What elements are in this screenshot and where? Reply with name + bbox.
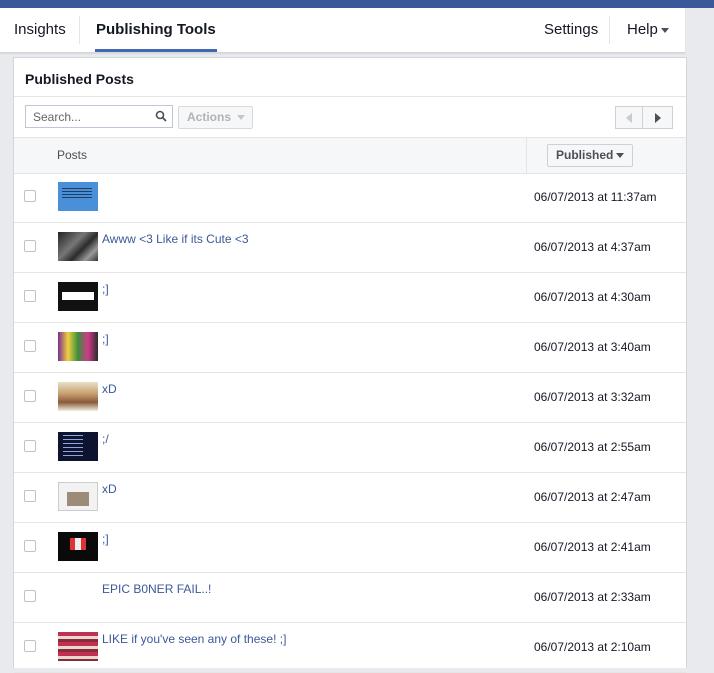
post-thumbnail[interactable] [58,382,98,411]
post-published-date: 06/07/2013 at 11:37am [534,190,657,204]
actions-label: Actions [187,110,232,124]
search-input[interactable] [26,106,153,127]
next-page-button[interactable] [643,106,673,129]
published-sort-label: Published [556,148,614,162]
top-blue-bar [0,0,714,8]
help-menu-label: Help [627,21,658,38]
table-header: Posts Published [14,137,686,174]
previous-page-button[interactable] [615,106,643,129]
post-published-date: 06/07/2013 at 3:40am [534,340,651,354]
post-published-date: 06/07/2013 at 3:32am [534,390,651,404]
table-row: ;] 06/07/2013 at 4:30am [14,273,686,323]
tab-divider [609,16,610,44]
published-sort-dropdown[interactable]: Published [547,144,633,167]
post-thumbnail[interactable] [58,532,98,561]
table-row: xD 06/07/2013 at 3:32am [14,373,686,423]
table-row: LIKE if you've seen any of these! ;] 06/0… [14,623,686,673]
table-row: ;/ 06/07/2013 at 2:55am [14,423,686,473]
table-row: Awww <3 Like if its Cute <3 06/07/2013 at… [14,223,686,273]
post-text-link[interactable]: LIKE if you've seen any of these! ;] [102,632,286,646]
posts-table-body: 06/07/2013 at 11:37am Awww <3 Like if its… [14,173,686,673]
row-checkbox[interactable] [24,540,36,552]
caret-down-icon [616,153,625,159]
table-row: ;] 06/07/2013 at 3:40am [14,323,686,373]
table-row: 06/07/2013 at 11:37am [14,173,686,223]
post-published-date: 06/07/2013 at 2:55am [534,440,651,454]
post-published-date: 06/07/2013 at 4:30am [534,290,651,304]
row-checkbox[interactable] [24,390,36,402]
post-text-link[interactable]: EPIC B0NER FAIL..! [102,582,211,596]
tab-insights[interactable]: Insights [14,8,66,52]
post-text-link[interactable]: ;] [102,532,109,546]
chevron-right-icon [654,112,661,123]
post-thumbnail[interactable] [58,582,98,611]
chevron-left-icon [626,112,632,123]
table-row: xD 06/07/2013 at 2:47am [14,473,686,523]
table-row: ;] 06/07/2013 at 2:41am [14,523,686,573]
post-thumbnail[interactable] [58,632,98,661]
row-checkbox[interactable] [24,590,36,602]
post-text-link[interactable]: ;] [102,332,109,346]
tab-settings[interactable]: Settings [544,8,598,52]
row-checkbox[interactable] [24,240,36,252]
tab-divider [79,16,80,44]
post-thumbnail[interactable] [58,182,98,211]
table-row: EPIC B0NER FAIL..! 06/07/2013 at 2:33am [14,573,686,623]
search-box [25,105,173,128]
active-tab-indicator [95,49,217,52]
post-text-link[interactable]: xD [102,482,117,496]
search-icon[interactable] [155,110,167,122]
post-thumbnail[interactable] [58,232,98,261]
row-checkbox[interactable] [24,340,36,352]
post-thumbnail[interactable] [58,282,98,311]
posts-column-header: Posts [57,148,88,162]
help-menu[interactable]: Help [627,8,669,52]
post-published-date: 06/07/2013 at 2:47am [534,490,651,504]
divider [14,96,686,97]
post-thumbnail[interactable] [58,482,98,511]
post-text-link[interactable]: ;/ [102,432,109,446]
column-divider [526,138,527,173]
post-thumbnail[interactable] [58,432,98,461]
caret-down-icon [237,115,246,121]
row-checkbox[interactable] [24,640,36,652]
post-published-date: 06/07/2013 at 2:41am [534,540,651,554]
pager [615,106,673,129]
caret-down-icon [660,27,669,33]
row-checkbox[interactable] [24,290,36,302]
post-thumbnail[interactable] [58,332,98,361]
post-published-date: 06/07/2013 at 2:10am [534,640,651,654]
actions-dropdown[interactable]: Actions [178,106,253,129]
published-posts-panel: Published Posts Actions Posts Published … [13,57,687,673]
row-checkbox[interactable] [24,440,36,452]
post-text-link[interactable]: Awww <3 Like if its Cute <3 [102,232,249,246]
page-tabs-bar: Insights Publishing Tools Settings Help [0,8,685,53]
row-checkbox[interactable] [24,190,36,202]
post-published-date: 06/07/2013 at 4:37am [534,240,651,254]
tab-publishing-tools[interactable]: Publishing Tools [95,8,217,52]
post-published-date: 06/07/2013 at 2:33am [534,590,651,604]
tab-publishing-tools-label: Publishing Tools [96,21,216,38]
post-text-link[interactable]: ;] [102,282,109,296]
post-text-link[interactable]: xD [102,382,117,396]
panel-title: Published Posts [25,71,134,87]
row-checkbox[interactable] [24,490,36,502]
